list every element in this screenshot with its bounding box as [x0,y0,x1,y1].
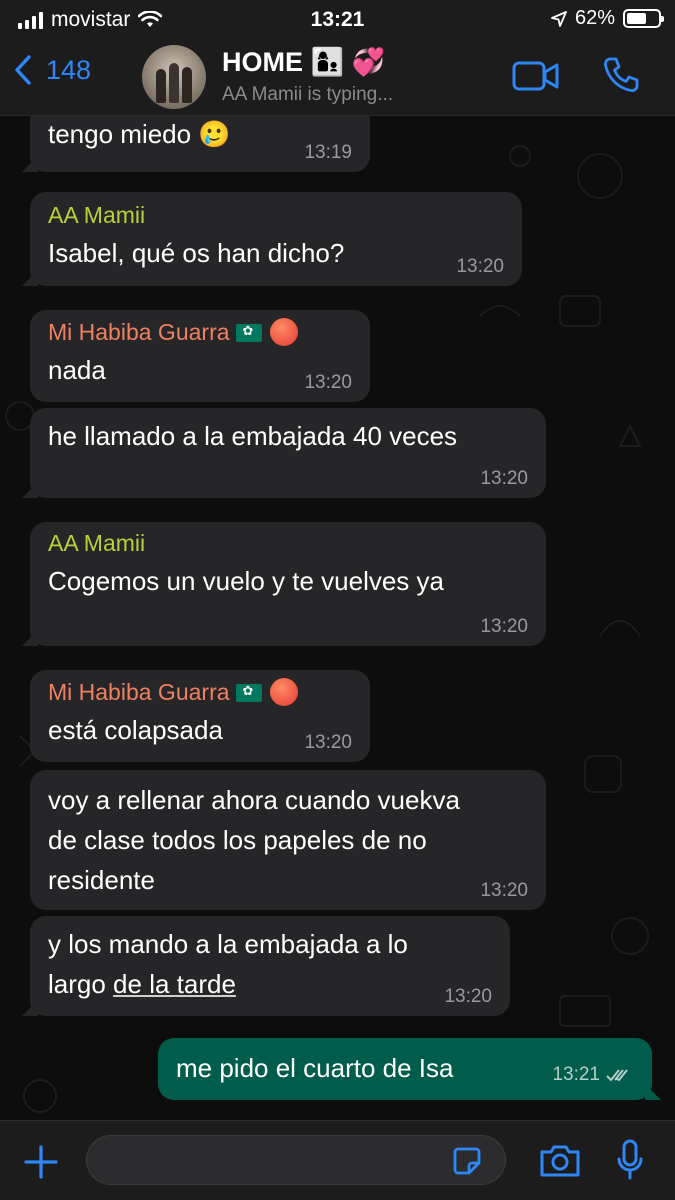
plus-icon[interactable] [24,1145,58,1179]
bubble-tail [22,482,38,498]
sender-row: Mi Habiba Guarra [48,318,352,346]
bubble-tail [22,270,38,286]
message-time: 13:20 [480,468,528,489]
unread-count: 148 [46,54,92,85]
bubble-tail [22,156,38,172]
battery-icon [623,9,664,28]
message-bubble[interactable]: tengo miedo 🥲 13:19 [22,116,370,172]
flag-icon [235,683,262,702]
message-list[interactable]: tengo miedo 🥲 13:19 AA Mamii Isabel, qué… [0,116,675,1120]
message-text-line: y los mando a la embajada a lo [48,929,408,959]
phone-icon[interactable] [602,56,640,94]
message-time: 13:20 [444,986,492,1007]
back-chevron-icon [15,55,31,85]
status-right: 62% [551,7,664,30]
message-text: he llamado a la embajada 40 veces [48,421,458,451]
message-text: Isabel, qué os han dicho? [48,238,345,268]
status-bar: movistar 13:21 62% [0,0,675,40]
message-time: 13:20 [456,256,504,277]
bubble-tail [22,1000,38,1016]
message-text-line: voy a rellenar ahora cuando vuekva [48,785,460,815]
message-time-row: 13:21 [552,1064,632,1086]
sender-name: AA Mamii [48,530,146,556]
message-text-line: residente [48,865,155,895]
message-bubble[interactable]: voy a rellenar ahora cuando vuekva de cl… [30,770,546,910]
message-text-line: de clase todos los papeles de no [48,825,427,855]
chat-title[interactable]: HOME 👩‍👦 💞 [222,46,385,78]
microphone-icon[interactable] [616,1139,644,1181]
hot-face-emoji [269,318,298,346]
message-time: 13:20 [480,616,528,637]
bubble-tail [645,1084,661,1100]
back-button[interactable]: 148 [14,54,91,86]
message-time: 13:21 [552,1064,600,1085]
camera-icon[interactable] [538,1143,582,1179]
video-call-icon[interactable] [512,60,560,92]
bubble-tail [22,630,38,646]
hot-face-emoji [269,678,298,706]
date-link[interactable]: de la tarde [113,969,236,999]
typing-indicator: AA Mamii is typing... [222,84,394,105]
input-bar [0,1120,675,1200]
message-bubble[interactable]: AA Mamii Isabel, qué os han dicho? 13:20 [22,192,522,286]
message-time: 13:20 [304,732,352,753]
sender-name: AA Mamii [48,202,146,228]
location-icon [551,10,567,27]
message-text-prefix: largo [48,969,114,999]
chat-header: 148 HOME 👩‍👦 💞 AA Mamii is typing... [0,40,675,116]
sender-name: Mi Habiba Guarra [48,319,230,345]
flag-icon [235,323,262,342]
message-time: 13:19 [304,142,352,163]
sender-row: Mi Habiba Guarra [48,678,352,706]
message-bubble[interactable]: AA Mamii Cogemos un vuelo y te vuelves y… [22,522,546,646]
message-text-line: largo de la tarde [48,964,492,1004]
message-time: 13:20 [304,372,352,393]
message-bubble[interactable]: Mi Habiba Guarra nada 13:20 [30,310,370,402]
group-avatar[interactable] [142,45,206,109]
message-input[interactable] [86,1135,506,1185]
sender-name: Mi Habiba Guarra [48,679,230,705]
battery-percent: 62% [574,7,615,29]
double-check-icon [606,1069,628,1082]
message-bubble[interactable]: Mi Habiba Guarra está colapsada 13:20 [30,670,370,762]
message-time: 13:20 [480,880,528,901]
message-bubble[interactable]: he llamado a la embajada 40 veces 13:20 [22,408,546,498]
message-bubble[interactable]: y los mando a la embajada a lo largo de … [22,916,510,1016]
message-text: Cogemos un vuelo y te vuelves ya [48,566,444,596]
sticker-icon[interactable] [452,1146,482,1176]
message-bubble-outgoing[interactable]: me pido el cuarto de Isa 13:21 [158,1038,661,1100]
